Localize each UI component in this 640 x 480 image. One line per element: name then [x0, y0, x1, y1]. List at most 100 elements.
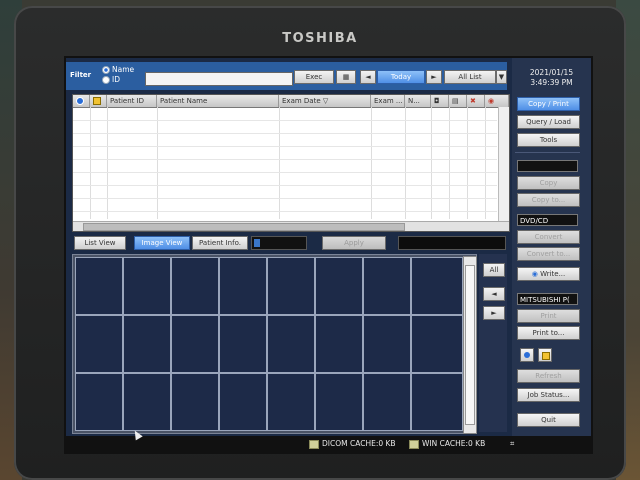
col-exam[interactable]: Exam ... [371, 95, 405, 107]
image-cell[interactable] [267, 315, 315, 373]
list-view-button[interactable]: List View [74, 236, 126, 250]
grid-line [485, 107, 486, 219]
table-vertical-scrollbar[interactable] [498, 107, 509, 222]
image-grid-scroll-thumb[interactable] [465, 265, 475, 425]
convert-button[interactable]: Convert [517, 230, 580, 244]
table-row[interactable] [73, 133, 497, 134]
radio-name-icon[interactable] [102, 66, 110, 74]
copy-to-button[interactable]: Copy to... [517, 193, 580, 207]
image-cell[interactable] [123, 257, 171, 315]
usb-icon: ⌗ [510, 439, 515, 448]
calendar-button[interactable]: ▦ [336, 70, 356, 84]
next-date-button[interactable]: ► [426, 70, 442, 84]
refresh-button[interactable]: Refresh [517, 369, 580, 383]
all-list-button[interactable]: All List [444, 70, 496, 84]
prev-page-button[interactable]: ◄ [483, 287, 505, 301]
image-cell[interactable] [123, 373, 171, 431]
quit-button[interactable]: Quit [517, 413, 580, 427]
image-cell[interactable] [219, 315, 267, 373]
printer-display: MITSUBISHI P( [517, 293, 578, 305]
image-cell[interactable] [363, 373, 411, 431]
status-bar: DICOM CACHE:0 KB WIN CACHE:0 KB ⌗ [66, 436, 591, 452]
image-cell[interactable] [75, 373, 123, 431]
today-button[interactable]: Today [377, 70, 425, 84]
apply-button[interactable]: Apply [322, 236, 386, 250]
panel-divider [515, 152, 580, 153]
usb-status: ⌗ [510, 436, 514, 452]
image-cell[interactable] [171, 257, 219, 315]
col-lock[interactable] [90, 95, 107, 107]
table-row[interactable] [73, 120, 497, 121]
convert-to-button[interactable]: Convert to... [517, 247, 580, 261]
col-n[interactable]: N... [405, 95, 431, 107]
image-cell[interactable] [315, 257, 363, 315]
col-flag[interactable]: ✖ [467, 95, 485, 107]
image-cell[interactable] [411, 373, 463, 431]
print-button[interactable]: Print [517, 309, 580, 323]
table-scroll-thumb[interactable] [83, 223, 405, 231]
table-horizontal-scrollbar[interactable] [73, 221, 509, 231]
image-cell[interactable] [171, 373, 219, 431]
copy-button[interactable]: Copy [517, 176, 580, 190]
grid-line [157, 107, 158, 219]
image-cell[interactable] [267, 257, 315, 315]
next-page-button[interactable]: ► [483, 306, 505, 320]
radio-id-label: ID [112, 75, 120, 84]
select-all-toggle[interactable] [520, 348, 534, 362]
image-cell[interactable] [315, 373, 363, 431]
image-grid-scrollbar[interactable] [463, 256, 477, 434]
radio-id-icon[interactable] [102, 76, 110, 84]
col-exam-date[interactable]: Exam Date ▽ [279, 95, 371, 107]
image-cell[interactable] [363, 257, 411, 315]
image-cell[interactable] [123, 315, 171, 373]
radio-id[interactable]: ID [102, 75, 134, 85]
radio-name[interactable]: Name [102, 65, 134, 75]
job-status-button[interactable]: Job Status... [517, 388, 580, 402]
progress-fill [254, 239, 260, 247]
lock-toggle[interactable] [538, 348, 552, 362]
table-row[interactable] [73, 172, 497, 173]
table-row[interactable] [73, 185, 497, 186]
tools-button[interactable]: Tools [517, 133, 580, 147]
patient-info-button[interactable]: Patient Info. [192, 236, 248, 250]
table-row[interactable] [73, 198, 497, 199]
table-row[interactable] [73, 159, 497, 160]
image-view-button[interactable]: Image View [134, 236, 190, 250]
exec-button[interactable]: Exec [294, 70, 334, 84]
col-camera[interactable]: ◘ [431, 95, 449, 107]
print-to-button[interactable]: Print to... [517, 326, 580, 340]
image-cell[interactable] [219, 257, 267, 315]
query-load-button[interactable]: Query / Load [517, 115, 580, 129]
radio-name-label: Name [112, 65, 135, 74]
lock-icon [542, 352, 550, 360]
image-cell[interactable] [411, 257, 463, 315]
image-cell[interactable] [75, 315, 123, 373]
image-cell[interactable] [363, 315, 411, 373]
table-row[interactable] [73, 211, 497, 212]
disc-icon: ◉ [488, 97, 495, 105]
prev-date-button[interactable]: ◄ [360, 70, 376, 84]
image-cell[interactable] [315, 315, 363, 373]
col-patient-id[interactable]: Patient ID [107, 95, 157, 107]
screen: Filter Name ID Exec ▦ ◄ Today ► All List… [66, 58, 591, 452]
image-cell[interactable] [219, 373, 267, 431]
col-disc[interactable]: ◉ [485, 95, 509, 107]
table-row[interactable] [73, 146, 497, 147]
grid-line [405, 107, 406, 219]
image-cell[interactable] [411, 315, 463, 373]
win-cache-text: WIN CACHE:0 KB [422, 439, 486, 448]
image-cell[interactable] [75, 257, 123, 315]
col-select[interactable] [73, 95, 90, 107]
copy-print-button[interactable]: Copy / Print [517, 97, 580, 111]
write-button[interactable]: ◉ Write... [517, 267, 580, 281]
image-grid [72, 254, 477, 434]
col-film[interactable]: ▤ [449, 95, 467, 107]
filter-input[interactable] [145, 72, 293, 86]
write-label: Write... [540, 270, 566, 278]
image-cell[interactable] [171, 315, 219, 373]
filter-bar: Filter Name ID Exec ▦ ◄ Today ► All List… [66, 62, 507, 90]
list-dropdown-button[interactable]: ▼ [496, 70, 507, 84]
col-patient-name[interactable]: Patient Name [157, 95, 279, 107]
all-images-button[interactable]: All [483, 263, 505, 277]
image-cell[interactable] [267, 373, 315, 431]
